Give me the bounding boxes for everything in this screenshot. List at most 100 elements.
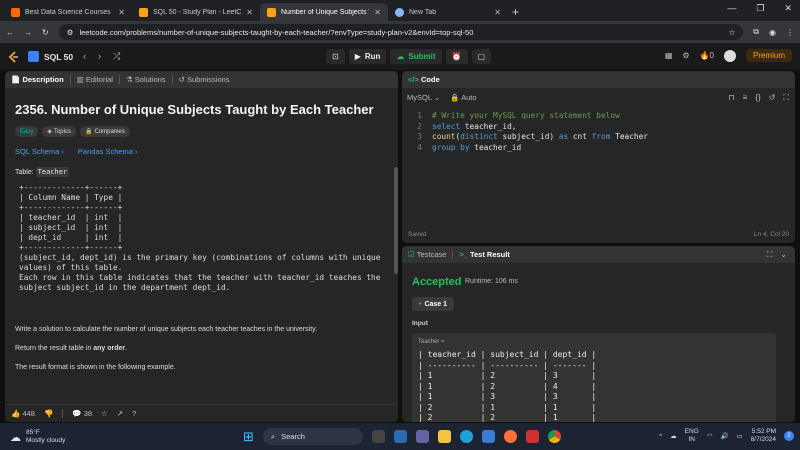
tab-submissions[interactable]: ↺ Submissions	[179, 75, 230, 84]
maximize-icon[interactable]: ❐	[756, 3, 764, 14]
edge-icon[interactable]	[459, 430, 473, 443]
leetcode-logo-icon[interactable]	[8, 50, 20, 63]
run-button[interactable]: ▶ Run	[348, 49, 387, 64]
case-tab[interactable]: • Case 1	[412, 297, 455, 311]
close-icon[interactable]: ✕	[118, 8, 125, 17]
tab-title: New Tab	[409, 8, 437, 16]
study-plan-label: SQL 50	[44, 51, 74, 62]
premium-button[interactable]: Premium	[745, 49, 792, 62]
forward-icon[interactable]: →	[24, 28, 32, 37]
notes-button[interactable]: ▢	[471, 49, 492, 64]
streak-counter[interactable]: 🔥0	[700, 51, 714, 60]
code-editor-panel: </> Code MySQL ⌄ 🔒 Auto ⊓ ≡ {} ↺ ⛶ 1 # Wr…	[402, 71, 795, 243]
table-name-code: Teacher	[35, 167, 70, 177]
format-icon[interactable]: ≡	[743, 93, 748, 103]
sql-schema-link[interactable]: SQL Schema ›	[15, 147, 64, 156]
extensions-icon[interactable]: ⧉	[753, 27, 759, 37]
store-icon[interactable]	[481, 430, 495, 443]
close-icon[interactable]: ✕	[494, 8, 501, 17]
language-indicator[interactable]: ENG IN	[685, 428, 699, 444]
code-area[interactable]: 1 # Write your MySQL query statement belo…	[408, 111, 648, 153]
avatar[interactable]	[723, 49, 736, 62]
widgets-icon[interactable]	[393, 430, 407, 443]
tab-title: Number of Unique Subjects Ta	[281, 8, 370, 16]
auto-mode-toggle[interactable]: 🔒 Auto	[450, 93, 476, 102]
next-problem-icon[interactable]: ›	[98, 51, 101, 62]
description-tabs: 📄 Description ▥ Editorial ⚗ Solutions ↺ …	[5, 71, 398, 88]
address-bar[interactable]: ⚙ leetcode.com/problems/number-of-unique…	[58, 24, 744, 40]
weather-widget[interactable]: ☁ 85°F Mostly cloudy	[10, 429, 65, 445]
code-tab[interactable]: </> Code	[408, 75, 440, 84]
description-paragraph: Write a solution to calculate the number…	[15, 326, 318, 333]
layout-grid-icon[interactable]: ▦	[665, 51, 673, 60]
reload-icon[interactable]: ↻	[42, 28, 49, 37]
bookmark-star-icon[interactable]: ☆	[729, 28, 736, 37]
wifi-icon[interactable]: ◠	[707, 432, 713, 440]
comments-button[interactable]: 💬 38	[72, 409, 92, 418]
runtime-text: Runtime: 106 ms	[465, 278, 518, 285]
chevron-up-icon[interactable]: ^	[659, 433, 662, 440]
settings-gear-icon[interactable]: ⚙	[682, 51, 689, 60]
task-view-icon[interactable]	[371, 430, 385, 443]
minimize-icon[interactable]: —	[727, 3, 736, 14]
tab-solutions[interactable]: ⚗ Solutions	[126, 75, 166, 84]
browser-tab[interactable]: Best Data Science Courses | Da ✕	[4, 3, 132, 21]
test-result-tab[interactable]: >_ Test Result	[459, 250, 510, 259]
timer-button[interactable]: ⏰	[445, 49, 468, 64]
scrollbar[interactable]	[394, 167, 398, 274]
like-button[interactable]: 👍 448	[11, 409, 35, 418]
collapse-icon[interactable]: ⌄	[780, 250, 787, 260]
difficulty-badge[interactable]: Easy	[15, 126, 39, 137]
onedrive-icon[interactable]: ☁	[670, 432, 677, 440]
fullscreen-icon[interactable]: ⛶	[783, 93, 789, 103]
test-result-panel: ☑ Testcase >_ Test Result ⛶ ⌄ Accepted R…	[402, 246, 795, 422]
pandas-schema-link[interactable]: Pandas Schema ›	[78, 147, 138, 156]
new-tab-button[interactable]: +	[512, 3, 519, 21]
battery-icon[interactable]: ▭	[737, 432, 743, 440]
file-explorer-icon[interactable]	[437, 430, 451, 443]
taskbar-search[interactable]: ⌕ Search	[262, 428, 363, 445]
tab-description[interactable]: 📄 Description	[11, 75, 64, 84]
close-icon[interactable]: ✕	[374, 8, 381, 17]
browser-tab-active[interactable]: Number of Unique Subjects Ta ✕	[260, 3, 388, 21]
teams-icon[interactable]	[415, 430, 429, 443]
volume-icon[interactable]: 🔊	[720, 432, 728, 440]
testcase-tab[interactable]: ☑ Testcase	[408, 250, 446, 259]
braces-icon[interactable]: {}	[755, 93, 760, 103]
browser-tab[interactable]: SQL 50 - Study Plan - LeetCode ✕	[132, 3, 260, 21]
close-window-icon[interactable]: ✕	[784, 3, 792, 14]
debug-button[interactable]: ⊡	[326, 49, 345, 64]
prev-problem-icon[interactable]: ‹	[83, 51, 86, 62]
menu-icon[interactable]: ⋮	[786, 28, 794, 37]
clock[interactable]: 5:52 PM 8/7/2024	[751, 428, 776, 444]
browser-tab[interactable]: New Tab ✕	[388, 3, 508, 21]
bookmark-icon[interactable]: ⊓	[728, 93, 734, 103]
star-icon[interactable]: ☆	[101, 409, 108, 418]
study-plan-link[interactable]: SQL 50	[28, 51, 73, 62]
chrome-icon[interactable]	[547, 430, 561, 443]
tab-label: Submissions	[187, 75, 230, 84]
app-icon[interactable]	[525, 430, 539, 443]
test-result-label: Test Result	[469, 250, 510, 259]
close-icon[interactable]: ✕	[246, 8, 253, 17]
site-info-icon[interactable]: ⚙	[67, 28, 74, 37]
submit-button[interactable]: ☁ Submit	[390, 49, 442, 64]
reset-icon[interactable]: ↺	[769, 93, 776, 103]
windows-start-icon[interactable]: ⊞	[243, 429, 254, 445]
help-icon[interactable]: ?	[132, 409, 136, 418]
language-select[interactable]: MySQL ⌄	[407, 93, 440, 102]
expand-icon[interactable]: ⛶	[767, 250, 773, 260]
topics-button[interactable]: ◈ Topics	[42, 126, 76, 137]
notification-badge[interactable]: 2	[784, 431, 794, 441]
chrome-favicon-icon	[395, 7, 404, 17]
profile-icon[interactable]: ◉	[769, 28, 776, 37]
shuffle-icon[interactable]: ⤮	[113, 51, 120, 62]
time: 5:52 PM	[751, 428, 776, 435]
firefox-icon[interactable]	[503, 430, 517, 443]
tab-editorial[interactable]: ▥ Editorial	[77, 75, 113, 84]
share-icon[interactable]: ↗	[117, 409, 123, 418]
lang-primary: ENG	[684, 428, 699, 435]
dislike-icon[interactable]: 👎	[44, 409, 53, 418]
back-icon[interactable]: ←	[6, 28, 14, 37]
companies-button[interactable]: 🔒 Companies	[79, 126, 130, 137]
